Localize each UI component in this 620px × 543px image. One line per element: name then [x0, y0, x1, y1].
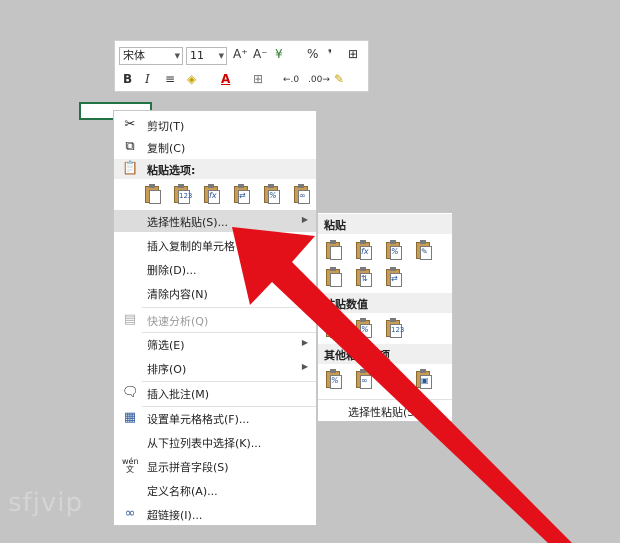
red-arrow-annotation [232, 227, 572, 543]
arrow-shape [232, 227, 572, 543]
